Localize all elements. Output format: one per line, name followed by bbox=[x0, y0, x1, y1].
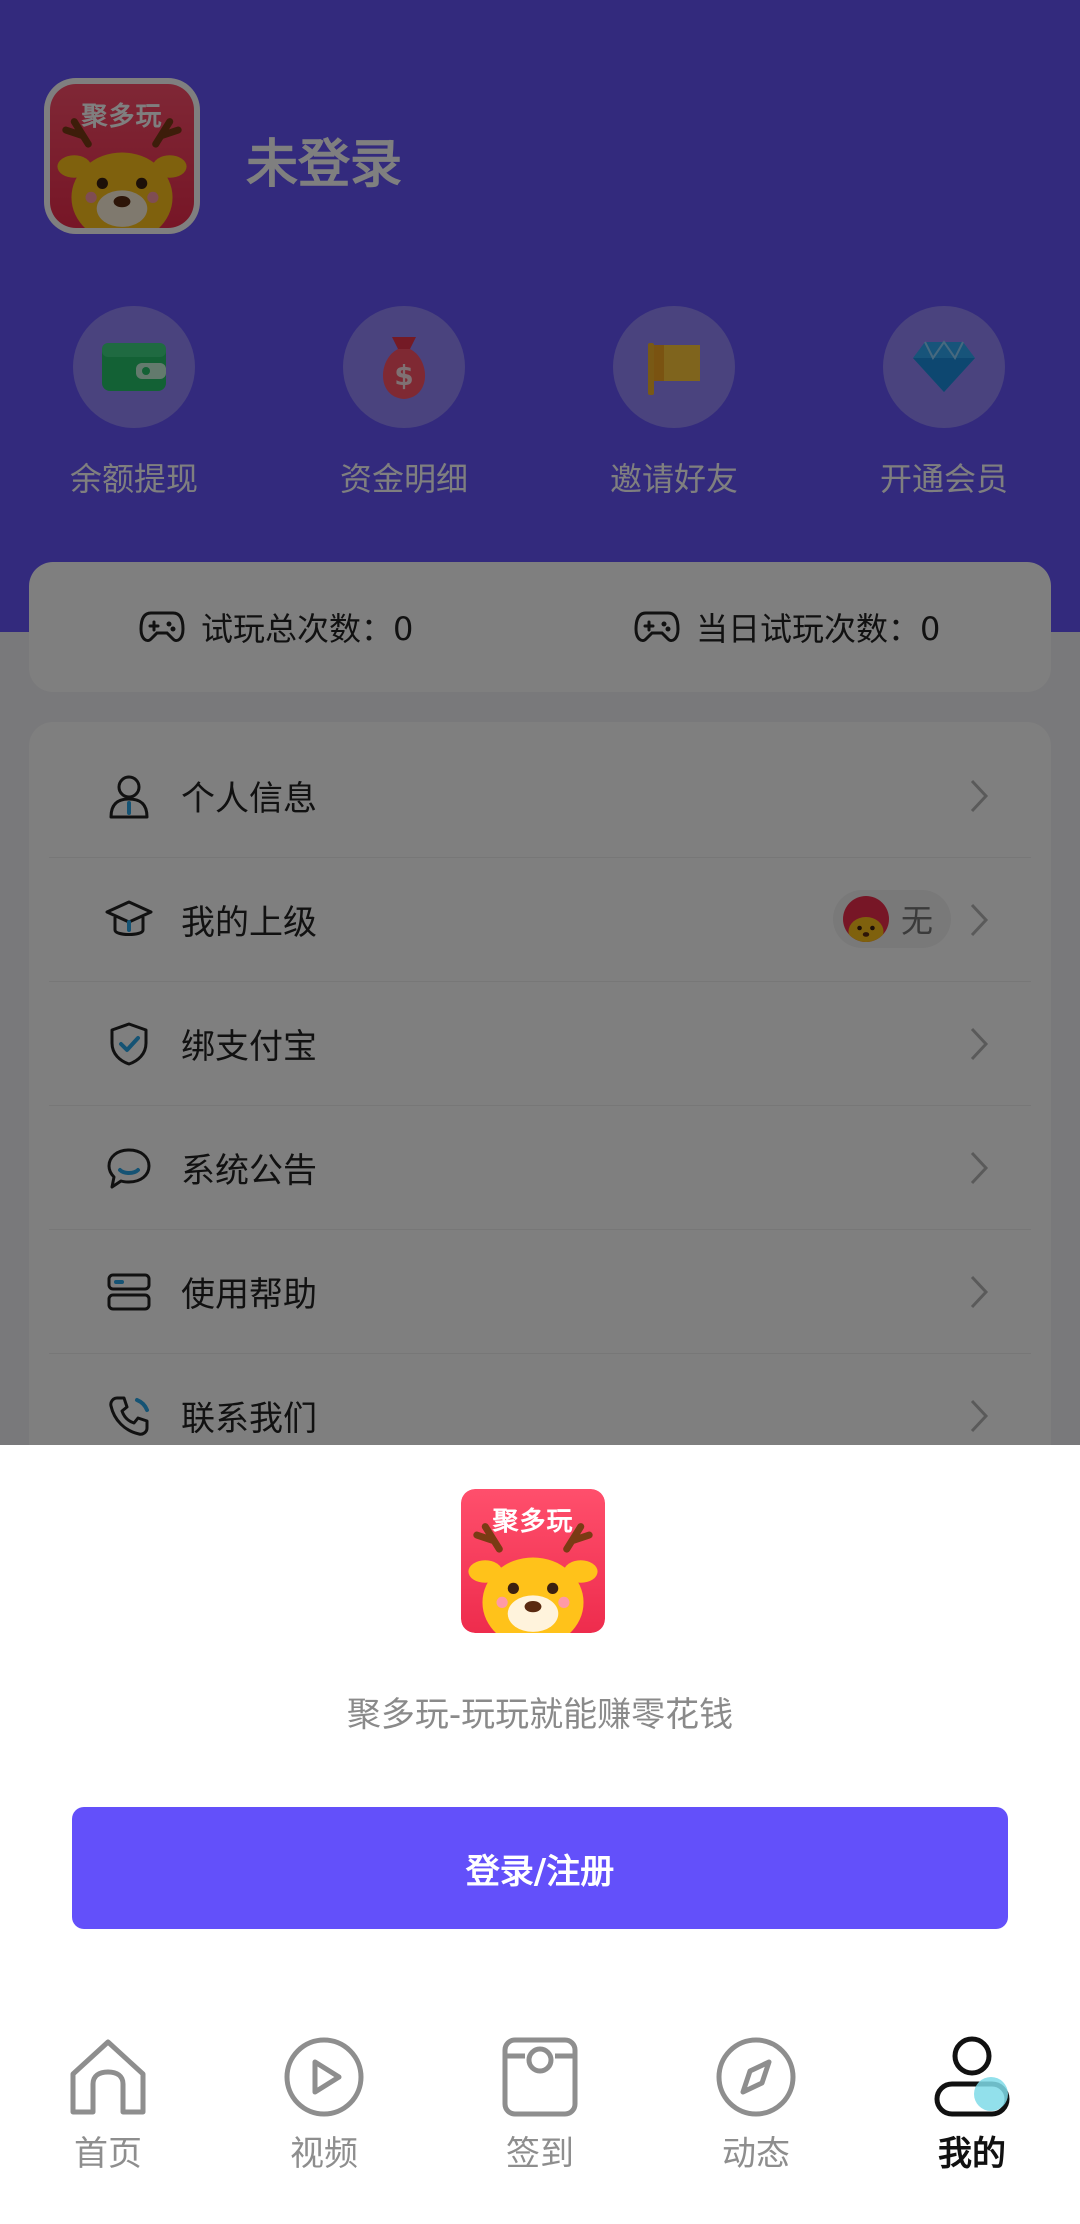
tab-label: 首页 bbox=[74, 2134, 142, 2174]
home-icon bbox=[70, 2039, 146, 2115]
app-logo: 聚多玩 bbox=[461, 1489, 605, 1633]
tab-mine[interactable]: 我的 bbox=[864, 2034, 1080, 2175]
checkin-icon bbox=[502, 2037, 578, 2117]
tab-label: 签到 bbox=[506, 2134, 574, 2174]
profile-icon bbox=[934, 2036, 1010, 2117]
tab-home[interactable]: 首页 bbox=[0, 2034, 216, 2175]
deer-mascot-icon bbox=[468, 1522, 598, 1633]
tab-discover[interactable]: 动态 bbox=[648, 2034, 864, 2175]
bottom-tab-bar: 首页 视频 签到 动态 我的 bbox=[0, 2010, 1080, 2224]
tab-label: 视频 bbox=[290, 2134, 358, 2174]
tab-label: 动态 bbox=[722, 2134, 790, 2174]
tab-video[interactable]: 视频 bbox=[216, 2034, 432, 2175]
tab-checkin[interactable]: 签到 bbox=[432, 2034, 648, 2175]
play-icon bbox=[284, 2037, 364, 2117]
compass-icon bbox=[716, 2037, 796, 2117]
tab-label: 我的 bbox=[938, 2134, 1006, 2174]
sheet-app-logo: 聚多玩 bbox=[461, 1489, 605, 1633]
app-tagline: 聚多玩-玩玩就能赚零花钱 bbox=[346, 1695, 734, 1735]
mine-page: 聚多玩 未登录 bbox=[0, 0, 1080, 2224]
login-register-button[interactable]: 登录/注册 bbox=[72, 1807, 1008, 1929]
